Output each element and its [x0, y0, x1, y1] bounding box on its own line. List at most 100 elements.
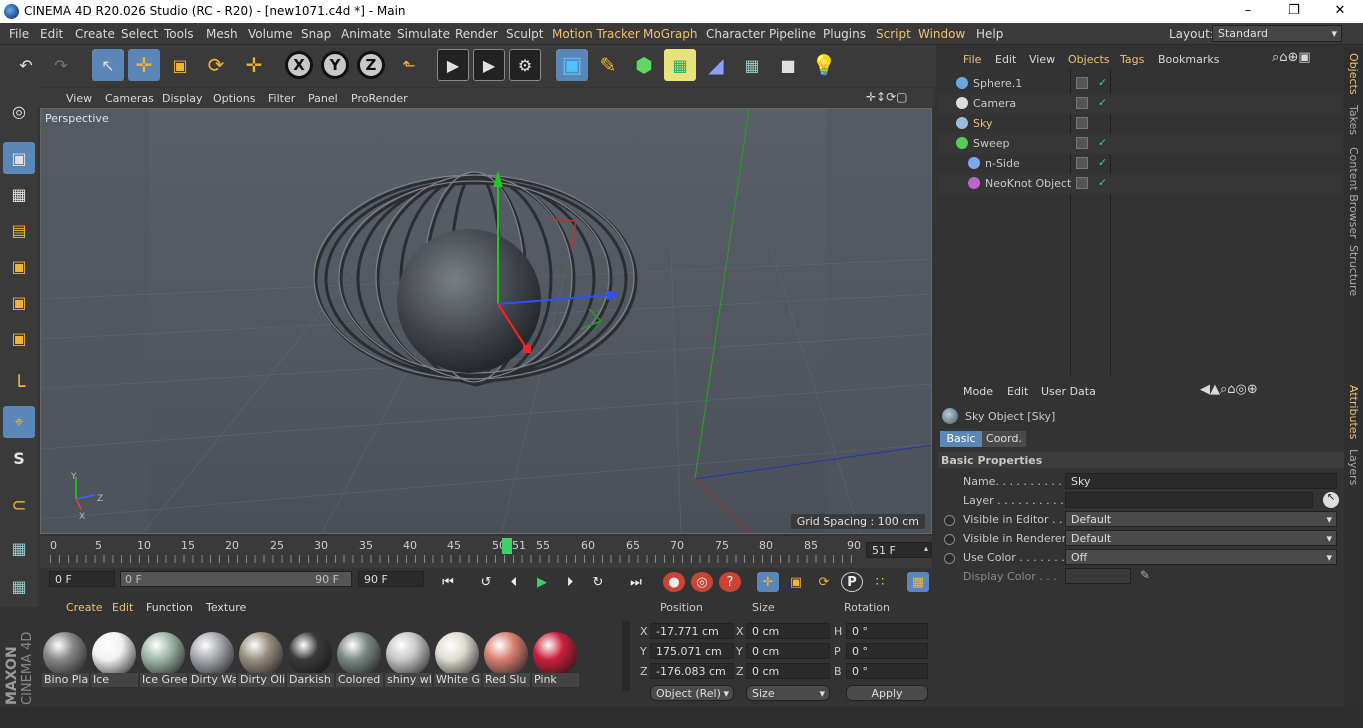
model-mode-icon[interactable]: ▣: [3, 142, 35, 174]
visible-renderer-dropdown[interactable]: Default ▾: [1065, 530, 1337, 546]
deformer-icon[interactable]: ◢: [700, 49, 732, 81]
side-tab-layers[interactable]: Layers: [1347, 449, 1360, 485]
attr-menu-user-data[interactable]: User Data: [1041, 385, 1096, 398]
vp-menu-view[interactable]: View: [66, 92, 92, 105]
end-frame-field[interactable]: 90 F: [358, 571, 424, 587]
camera-icon[interactable]: ■: [772, 49, 804, 81]
enabled-check-icon[interactable]: ✓: [1098, 76, 1107, 89]
floor-icon[interactable]: ▦: [736, 49, 768, 81]
menu-plugins[interactable]: Plugins: [823, 27, 866, 41]
mat-menu-create[interactable]: Create: [66, 601, 103, 614]
mat-menu-texture[interactable]: Texture: [206, 601, 246, 614]
cloner-icon[interactable]: ▦: [664, 49, 696, 81]
playhead[interactable]: [502, 538, 512, 554]
x-axis-lock-icon[interactable]: X: [285, 51, 313, 79]
menu-select[interactable]: Select: [121, 27, 158, 41]
vp-menu-filter[interactable]: Filter: [268, 92, 295, 105]
menu-simulate[interactable]: Simulate: [397, 27, 450, 41]
side-tab-objects[interactable]: Objects: [1347, 53, 1360, 95]
menu-sculpt[interactable]: Sculpt: [506, 27, 543, 41]
enabled-check-icon[interactable]: ✓: [1098, 156, 1107, 169]
pos-x-field[interactable]: -17.771 cm: [650, 623, 734, 639]
magnet-icon[interactable]: ⊂: [3, 489, 35, 521]
menu-tools[interactable]: Tools: [164, 27, 194, 41]
menu-script[interactable]: Script: [876, 27, 911, 41]
material-swatch[interactable]: [239, 632, 283, 676]
layer-icon[interactable]: [1076, 117, 1088, 129]
enabled-check-icon[interactable]: ✓: [1098, 96, 1107, 109]
tab-coord[interactable]: Coord.: [982, 431, 1026, 447]
cube-icon[interactable]: ▣: [556, 49, 588, 81]
record-pla-icon[interactable]: ∷: [869, 572, 891, 592]
visible-renderer-anim-icon[interactable]: [944, 534, 955, 545]
record-scale-icon[interactable]: ▣: [785, 572, 807, 592]
object-row[interactable]: Sphere.1 ✓: [938, 74, 1342, 94]
render-picture-viewer-icon[interactable]: ▶: [473, 49, 505, 81]
object-row[interactable]: n-Side ✓: [938, 154, 1342, 174]
use-color-anim-icon[interactable]: [944, 553, 955, 564]
layer-icon[interactable]: [1076, 157, 1088, 169]
workplane-icon[interactable]: ▤: [3, 214, 35, 246]
edit-render-settings-icon[interactable]: ⚙: [509, 49, 541, 81]
frame-range-slider[interactable]: 0 F 90 F: [120, 571, 352, 587]
timeline-ruler[interactable]: 0 5 10 15 20 25 30 35 40 45 50 51 55 60 …: [40, 536, 932, 568]
material-swatch[interactable]: [288, 632, 332, 676]
start-frame-field[interactable]: 0 F: [49, 571, 115, 587]
size-z-field[interactable]: 0 cm: [746, 663, 830, 679]
go-to-start-icon[interactable]: ⏮: [437, 572, 459, 592]
record-active-objects-icon[interactable]: ●: [663, 572, 685, 592]
obj-search-icon[interactable]: ⌕⌂⊕▣: [1272, 50, 1311, 65]
subdivision-icon[interactable]: ⬢: [628, 49, 660, 81]
vp-menu-cameras[interactable]: Cameras: [105, 92, 154, 105]
tweak-mode-icon[interactable]: ⌖: [3, 406, 35, 438]
mat-menu-edit[interactable]: Edit: [112, 601, 133, 614]
enabled-check-icon[interactable]: ✓: [1098, 136, 1107, 149]
menu-window[interactable]: Window: [918, 27, 965, 41]
move-icon[interactable]: ✛: [128, 49, 160, 81]
menu-help[interactable]: Help: [976, 27, 1003, 41]
vp-menu-panel[interactable]: Panel: [308, 92, 338, 105]
layer-pick-icon[interactable]: ↖: [1323, 492, 1339, 508]
record-position-icon[interactable]: ✛: [757, 572, 779, 592]
menu-character[interactable]: Character: [706, 27, 765, 41]
autokeying-icon[interactable]: ◎: [691, 572, 713, 592]
obj-menu-file[interactable]: File: [963, 53, 981, 66]
attr-nav-icons[interactable]: ◀▲⌕⌂◎⊕: [1200, 382, 1258, 397]
menu-edit[interactable]: Edit: [40, 27, 63, 41]
rot-b-field[interactable]: 0 °: [846, 663, 928, 679]
visible-editor-anim-icon[interactable]: [944, 515, 955, 526]
material-swatch[interactable]: [533, 632, 577, 676]
eyedropper-icon[interactable]: ✎: [1140, 568, 1150, 582]
polygons-mode-icon[interactable]: ▣: [3, 322, 35, 354]
light-icon[interactable]: 💡: [808, 49, 840, 81]
menu-volume[interactable]: Volume: [248, 27, 293, 41]
pos-y-field[interactable]: 175.071 cm: [650, 643, 734, 659]
rot-h-field[interactable]: 0 °: [846, 623, 928, 639]
obj-menu-objects[interactable]: Objects: [1068, 53, 1110, 66]
layer-icon[interactable]: [1076, 177, 1088, 189]
menu-animate[interactable]: Animate: [341, 27, 391, 41]
obj-menu-tags[interactable]: Tags: [1120, 53, 1144, 66]
axis-mode-icon[interactable]: └: [3, 370, 35, 402]
redo-icon[interactable]: ↷: [45, 49, 77, 81]
scale-icon[interactable]: ▣: [164, 49, 196, 81]
keyframe-selection-icon[interactable]: ?: [719, 572, 741, 592]
pos-z-field[interactable]: -176.083 cm: [650, 663, 734, 679]
workplane-lock-icon[interactable]: ▦: [3, 532, 35, 564]
record-rotation-icon[interactable]: ⟳: [813, 572, 835, 592]
side-tab-attributes[interactable]: Attributes: [1347, 385, 1360, 439]
undo-icon[interactable]: ↶: [10, 49, 42, 81]
vp-menu-options[interactable]: Options: [213, 92, 255, 105]
obj-menu-bookmarks[interactable]: Bookmarks: [1158, 53, 1219, 66]
tab-basic[interactable]: Basic: [940, 431, 982, 447]
go-to-end-icon[interactable]: ⏭: [625, 572, 647, 592]
material-swatch[interactable]: [190, 632, 234, 676]
menu-mograph[interactable]: MoGraph: [643, 27, 698, 41]
material-swatch[interactable]: [337, 632, 381, 676]
material-swatch[interactable]: [141, 632, 185, 676]
sphere-object[interactable]: [397, 229, 541, 373]
side-tab-structure[interactable]: Structure: [1347, 245, 1360, 296]
obj-menu-view[interactable]: View: [1029, 53, 1055, 66]
material-swatch[interactable]: [92, 632, 136, 676]
close-icon[interactable]: ✕: [1317, 0, 1363, 23]
